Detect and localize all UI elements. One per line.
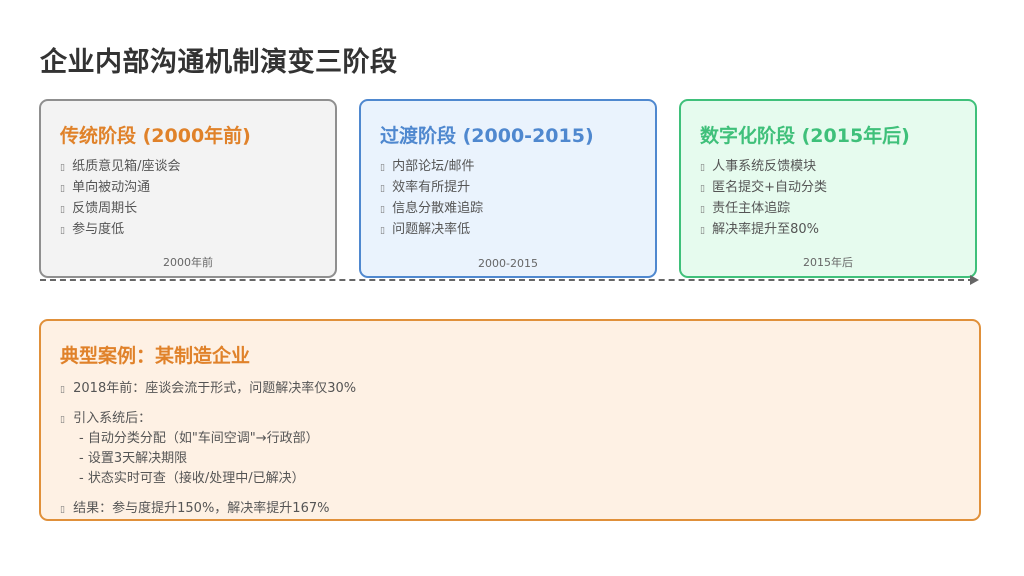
bullet-icon: ▯ <box>380 163 385 173</box>
timeline-arrow-icon <box>970 275 979 285</box>
bullet-icon: ▯ <box>700 163 705 173</box>
list-item: ▯ 效率有所提升 <box>380 178 483 199</box>
case-detail-item: - 设置3天解决期限 <box>79 451 188 466</box>
bullet-icon: ▯ <box>700 226 705 236</box>
list-item: ▯ 解决率提升至80% <box>700 220 827 241</box>
bullet-icon: ▯ <box>60 385 65 395</box>
stage-item-list: ▯ 内部论坛/邮件 ▯ 效率有所提升 ▯ 信息分散难追踪 ▯ 问题解决率低 <box>380 157 483 241</box>
list-item: ▯ 问题解决率低 <box>380 220 483 241</box>
stage-item-list: ▯ 纸质意见箱/座谈会 ▯ 单向被动沟通 ▯ 反馈周期长 ▯ 参与度低 <box>60 157 181 241</box>
bullet-icon: ▯ <box>700 205 705 215</box>
case-detail-item: - 自动分类分配（如"车间空调"→行政部） <box>79 431 319 446</box>
bullet-icon: ▯ <box>60 184 65 194</box>
stage-period-label: 2000年前 <box>163 256 213 269</box>
bullet-icon: ▯ <box>380 205 385 215</box>
stage-card-digital: 数字化阶段 (2015年后) ▯ 人事系统反馈模块 ▯ 匿名提交+自动分类 ▯ … <box>679 99 977 278</box>
list-item: ▯ 单向被动沟通 <box>60 178 181 199</box>
bullet-icon: ▯ <box>60 415 65 425</box>
list-item: ▯ 反馈周期长 <box>60 199 181 220</box>
case-result-line: ▯ 结果：参与度提升150%，解决率提升167% <box>60 501 330 516</box>
list-item: ▯ 责任主体追踪 <box>700 199 827 220</box>
timeline-axis <box>40 279 974 281</box>
page-title: 企业内部沟通机制演变三阶段 <box>40 47 398 78</box>
stage-title: 数字化阶段 (2015年后) <box>700 125 910 147</box>
stage-title: 过渡阶段 (2000-2015) <box>380 125 594 147</box>
case-detail-item: - 状态实时可查（接收/处理中/已解决） <box>79 471 305 486</box>
bullet-icon: ▯ <box>60 163 65 173</box>
bullet-icon: ▯ <box>380 226 385 236</box>
bullet-icon: ▯ <box>60 205 65 215</box>
case-study-card: 典型案例：某制造企业 ▯ 2018年前：座谈会流于形式，问题解决率仅30% ▯ … <box>39 319 981 521</box>
stage-card-transition: 过渡阶段 (2000-2015) ▯ 内部论坛/邮件 ▯ 效率有所提升 ▯ 信息… <box>359 99 657 278</box>
stage-period-label: 2000-2015 <box>478 257 538 270</box>
list-item: ▯ 人事系统反馈模块 <box>700 157 827 178</box>
case-before-line: ▯ 2018年前：座谈会流于形式，问题解决率仅30% <box>60 381 357 396</box>
bullet-icon: ▯ <box>60 226 65 236</box>
list-item: ▯ 内部论坛/邮件 <box>380 157 483 178</box>
list-item: ▯ 信息分散难追踪 <box>380 199 483 220</box>
case-title: 典型案例：某制造企业 <box>60 345 251 367</box>
list-item: ▯ 匿名提交+自动分类 <box>700 178 827 199</box>
list-item: ▯ 纸质意见箱/座谈会 <box>60 157 181 178</box>
stage-item-list: ▯ 人事系统反馈模块 ▯ 匿名提交+自动分类 ▯ 责任主体追踪 ▯ 解决率提升至… <box>700 157 827 241</box>
stage-card-traditional: 传统阶段 (2000年前) ▯ 纸质意见箱/座谈会 ▯ 单向被动沟通 ▯ 反馈周… <box>39 99 337 278</box>
bullet-icon: ▯ <box>380 184 385 194</box>
stage-period-label: 2015年后 <box>803 256 853 269</box>
bullet-icon: ▯ <box>700 184 705 194</box>
list-item: ▯ 参与度低 <box>60 220 181 241</box>
case-intro-line: ▯ 引入系统后： <box>60 411 152 426</box>
bullet-icon: ▯ <box>60 505 65 515</box>
stage-title: 传统阶段 (2000年前) <box>60 125 251 147</box>
